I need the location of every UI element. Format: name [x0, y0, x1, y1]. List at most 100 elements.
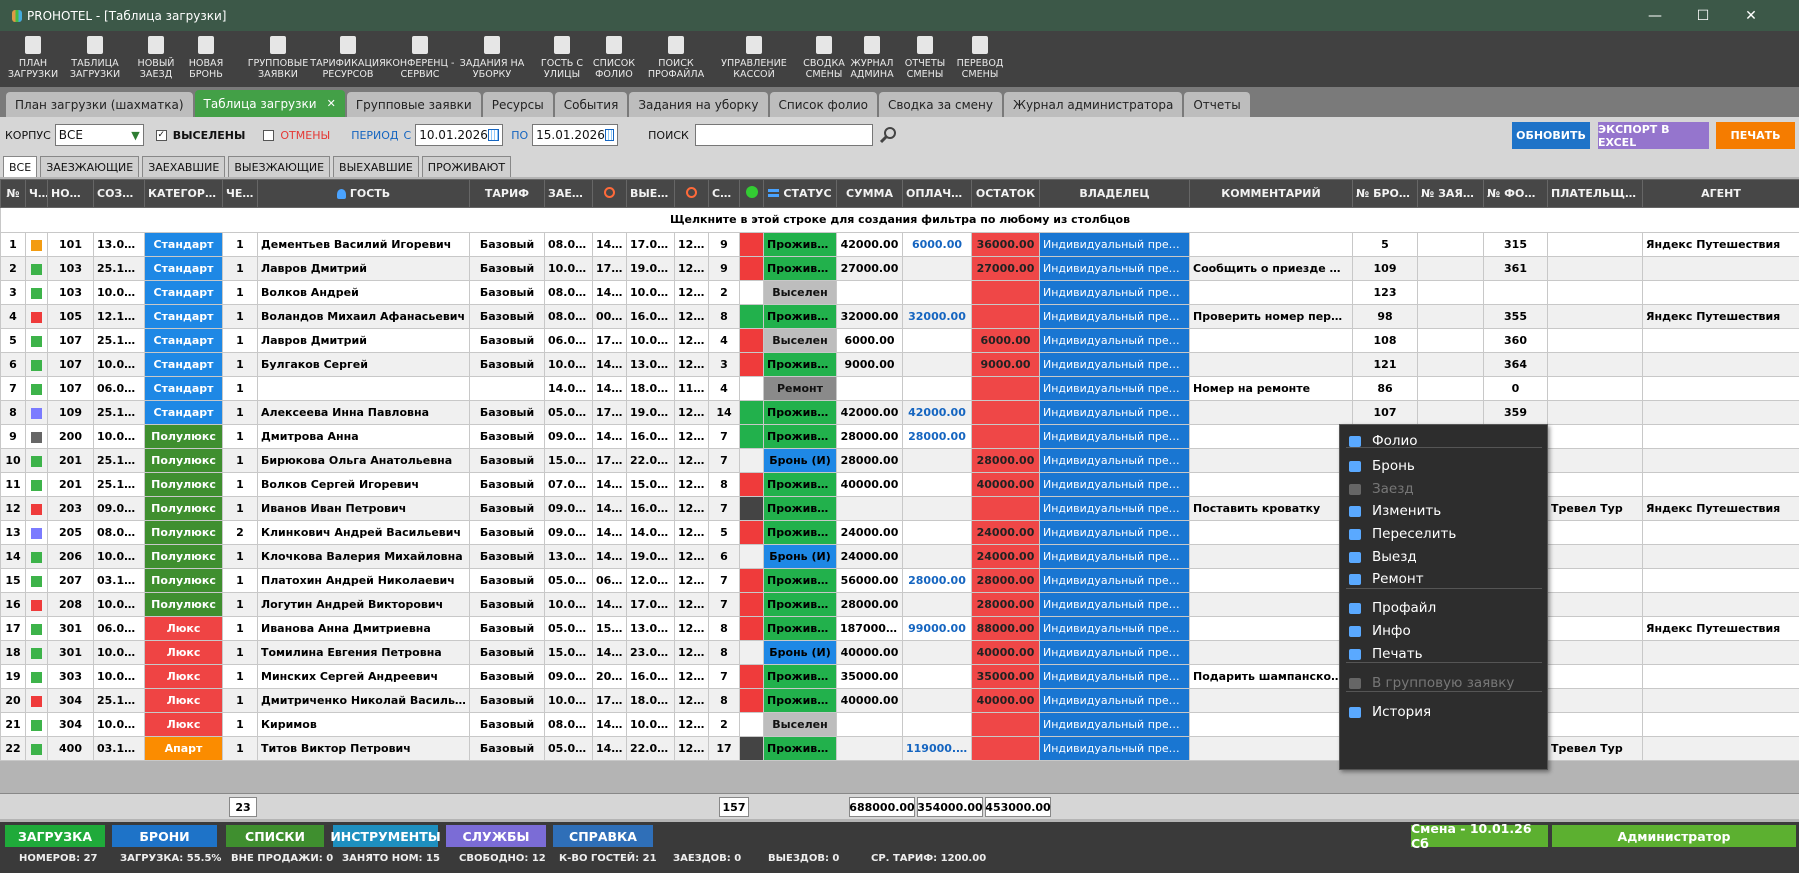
- menu-item-repair[interactable]: Ремонт: [1340, 567, 1549, 591]
- cell-guest[interactable]: Киримов: [257, 712, 470, 737]
- cell-status[interactable]: Проживает: [763, 616, 837, 641]
- print-button[interactable]: ПЕЧАТЬ: [1716, 122, 1795, 149]
- search-input[interactable]: [694, 124, 873, 146]
- cell-status[interactable]: Выселен: [763, 712, 837, 737]
- cell-guest[interactable]: Платохин Андрей Николаевич: [257, 568, 470, 593]
- menu-item-checkout[interactable]: Выезд: [1340, 545, 1549, 569]
- cell-guest[interactable]: Дементьев Василий Игоревич: [257, 232, 470, 257]
- calendar-icon[interactable]: [487, 129, 500, 141]
- nav-button-2[interactable]: СПИСКИ: [226, 825, 324, 847]
- date-to-input[interactable]: 15.01.2026: [532, 124, 619, 146]
- column-header[interactable]: [674, 179, 709, 208]
- column-header[interactable]: № БРОНИ: [1352, 179, 1418, 208]
- subtab-4[interactable]: ВЫЕХАВШИЕ: [333, 156, 419, 177]
- date-from-input[interactable]: 10.01.2026: [415, 124, 504, 146]
- cell-status[interactable]: Проживает: [763, 592, 837, 617]
- close-icon[interactable]: ✕: [1727, 0, 1775, 31]
- cell-guest[interactable]: Томилина Евгения Петровна: [257, 640, 470, 665]
- nav-button-3[interactable]: ИНСТРУМЕНТЫ: [330, 825, 441, 847]
- user-button[interactable]: Администратор: [1552, 825, 1796, 847]
- cell-guest[interactable]: Булгаков Сергей: [257, 352, 470, 377]
- column-header[interactable]: Ч/Г: [25, 179, 48, 208]
- close-tab-icon[interactable]: ✕: [327, 97, 336, 110]
- tab-2[interactable]: Групповые заявки: [346, 92, 481, 117]
- menu-item-move[interactable]: Переселить: [1340, 522, 1549, 546]
- column-header[interactable]: ТАРИФ: [469, 179, 545, 208]
- tab-5[interactable]: Задания на уборку: [629, 92, 768, 117]
- cell-status[interactable]: Проживает: [763, 256, 837, 281]
- table-row[interactable]: 310310.01.26Стандарт1Волков АндрейБазовы…: [0, 280, 1799, 305]
- cell-status[interactable]: Проживает: [763, 496, 837, 521]
- cell-status[interactable]: Проживает: [763, 568, 837, 593]
- column-header[interactable]: СУММА: [836, 179, 903, 208]
- cell-status[interactable]: Выселен: [763, 280, 837, 305]
- cell-guest[interactable]: Клочкова Валерия Михайловна: [257, 544, 470, 569]
- subtab-1[interactable]: ЗАЕЗЖАЮЩИЕ: [40, 156, 140, 177]
- cell-status[interactable]: Бронь (И): [763, 640, 837, 665]
- column-header[interactable]: ПЛАТЕЛЬЩИК: [1547, 179, 1643, 208]
- tab-7[interactable]: Сводка за смену: [878, 92, 1003, 117]
- table-row[interactable]: 4 10512.11.25Стандарт1Воландов Михаил Афа…: [0, 304, 1799, 329]
- tab-8[interactable]: Журнал администратора: [1004, 92, 1183, 117]
- cell-status[interactable]: Проживает: [763, 304, 837, 329]
- nav-button-4[interactable]: СЛУЖБЫ: [446, 825, 546, 847]
- cell-status[interactable]: Проживает: [763, 736, 837, 761]
- cell-guest[interactable]: Минских Сергей Андреевич: [257, 664, 470, 689]
- cell-guest[interactable]: Дмитриченко Николай Васильевич: [257, 688, 470, 713]
- subtab-2[interactable]: ЗАЕХАВШИЕ: [142, 156, 226, 177]
- cell-status[interactable]: Проживает: [763, 664, 837, 689]
- refresh-button[interactable]: ОБНОВИТЬ: [1512, 122, 1590, 149]
- maximize-icon[interactable]: ☐: [1679, 0, 1727, 31]
- column-header[interactable]: ВЛАДЕЛЕЦ: [1039, 179, 1190, 208]
- cell-status[interactable]: Проживает: [763, 688, 837, 713]
- column-header[interactable]: [592, 179, 627, 208]
- toolbar-button-new-booking[interactable]: НОВАЯ БРОНЬ: [180, 31, 232, 87]
- column-header[interactable]: ОПЛАЧЕНО: [902, 179, 972, 208]
- cell-guest[interactable]: Воландов Михаил Афанасьевич: [257, 304, 470, 329]
- cell-guest[interactable]: Иванова Анна Дмитриевна: [257, 616, 470, 641]
- cell-guest[interactable]: Дмитрова Анна: [257, 424, 470, 449]
- tab-0[interactable]: План загрузки (шахматка): [6, 92, 193, 117]
- cell-status[interactable]: Проживает: [763, 352, 837, 377]
- cell-status[interactable]: Выселен: [763, 328, 837, 353]
- menu-item-profile[interactable]: Профайл: [1340, 596, 1549, 620]
- shift-button[interactable]: Смена - 10.01.26 Сб: [1411, 821, 1548, 851]
- cell-status[interactable]: Проживает: [763, 424, 837, 449]
- tab-1[interactable]: Таблица загрузки ✕: [194, 90, 345, 117]
- column-header[interactable]: СУТ.: [708, 179, 740, 208]
- cell-guest[interactable]: Волков Сергей Игоревич: [257, 472, 470, 497]
- cell-status[interactable]: Проживает: [763, 232, 837, 257]
- toolbar-button-table[interactable]: ТАБЛИЦА ЗАГРУЗКИ: [58, 31, 132, 87]
- column-header[interactable]: СТАТУС: [763, 179, 837, 208]
- subtab-0[interactable]: ВСЕ: [3, 156, 38, 177]
- cell-guest[interactable]: Логутин Андрей Викторович: [257, 592, 470, 617]
- subtab-3[interactable]: ВЫЕЗЖАЮЩИЕ: [228, 156, 331, 177]
- cell-status[interactable]: Бронь (И): [763, 544, 837, 569]
- table-row[interactable]: 2 10325.12.25Стандарт1Лавров ДмитрийБазов…: [0, 256, 1799, 281]
- column-header[interactable]: № ФОЛИО: [1483, 179, 1548, 208]
- menu-item-print[interactable]: Печать: [1340, 642, 1549, 666]
- nav-button-0[interactable]: ЗАГРУЗКА: [5, 825, 105, 847]
- cell-status[interactable]: Проживает: [763, 400, 837, 425]
- tab-6[interactable]: Список фолио: [769, 92, 877, 117]
- cell-guest[interactable]: [257, 376, 470, 401]
- nav-button-5[interactable]: СПРАВКА: [553, 825, 653, 847]
- table-row[interactable]: 110113.08.24Стандарт1Дементьев Василий И…: [0, 232, 1799, 257]
- korpus-select[interactable]: ВСЕ ▼: [54, 124, 144, 146]
- cell-guest[interactable]: Иванов Иван Петрович: [257, 496, 470, 521]
- cell-status[interactable]: Бронь (И): [763, 448, 837, 473]
- menu-item-info[interactable]: Инфо: [1340, 619, 1549, 643]
- cell-guest[interactable]: Волков Андрей: [257, 280, 470, 305]
- search-icon[interactable]: [879, 126, 897, 144]
- cell-status[interactable]: Проживает: [763, 472, 837, 497]
- nav-button-1[interactable]: БРОНИ: [112, 825, 217, 847]
- column-header[interactable]: КАТЕГОРИЯ: [144, 179, 223, 208]
- cell-guest[interactable]: Алексеева Инна Павловна: [257, 400, 470, 425]
- cell-guest[interactable]: Лавров Дмитрий: [257, 328, 470, 353]
- filter-hint[interactable]: Щелкните в этой строке для создания филь…: [0, 207, 1799, 233]
- column-header[interactable]: ЧЕЛ.: [222, 179, 258, 208]
- viseleny-checkbox[interactable]: ✓: [155, 129, 167, 141]
- toolbar-button-new-checkin[interactable]: НОВЫЙ ЗАЕЗД: [134, 31, 178, 87]
- filter-row[interactable]: Щелкните в этой строке для создания филь…: [0, 207, 1799, 233]
- toolbar-button-plan[interactable]: ПЛАН ЗАГРУЗКИ: [2, 31, 64, 87]
